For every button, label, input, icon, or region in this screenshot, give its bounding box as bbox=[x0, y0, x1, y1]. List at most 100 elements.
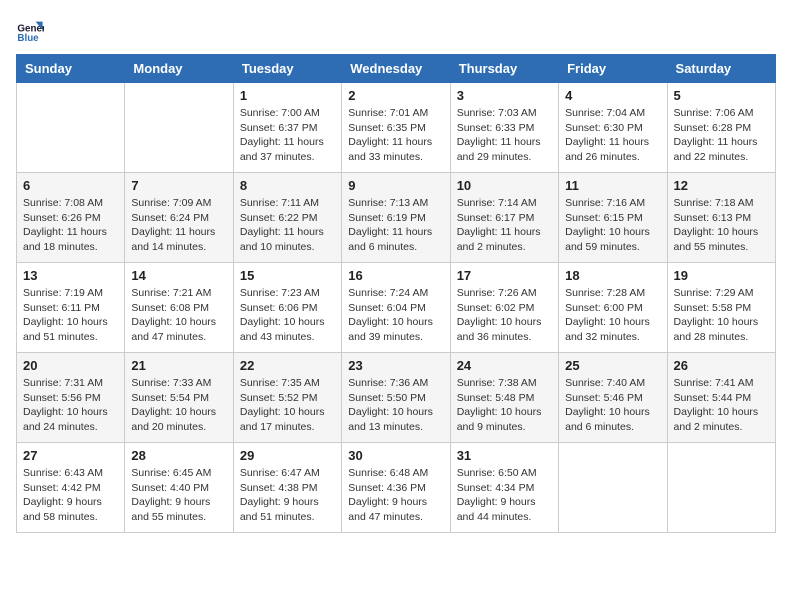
day-cell: 21 Sunrise: 7:33 AM Sunset: 5:54 PM Dayli… bbox=[125, 353, 233, 443]
day-info: Sunrise: 7:33 AM Sunset: 5:54 PM Dayligh… bbox=[131, 376, 226, 435]
day-info: Sunrise: 7:08 AM Sunset: 6:26 PM Dayligh… bbox=[23, 196, 118, 255]
day-info: Sunrise: 7:04 AM Sunset: 6:30 PM Dayligh… bbox=[565, 106, 660, 165]
day-info: Sunrise: 6:48 AM Sunset: 4:36 PM Dayligh… bbox=[348, 466, 443, 525]
day-number: 31 bbox=[457, 448, 552, 463]
day-number: 28 bbox=[131, 448, 226, 463]
day-cell: 7Sunrise: 7:09 AM Sunset: 6:24 PM Daylig… bbox=[125, 173, 233, 263]
day-cell: 12Sunrise: 7:18 AM Sunset: 6:13 PM Dayli… bbox=[667, 173, 775, 263]
day-cell: 22Sunrise: 7:35 AM Sunset: 5:52 PM Dayli… bbox=[233, 353, 341, 443]
day-cell: 23 Sunrise: 7:36 AM Sunset: 5:50 PM Dayli… bbox=[342, 353, 450, 443]
day-info: Sunrise: 7:01 AM Sunset: 6:35 PM Dayligh… bbox=[348, 106, 443, 165]
day-number: 12 bbox=[674, 178, 769, 193]
day-cell bbox=[17, 83, 125, 173]
day-cell bbox=[559, 443, 667, 533]
day-cell: 15Sunrise: 7:23 AM Sunset: 6:06 PM Dayli… bbox=[233, 263, 341, 353]
day-info: Sunrise: 7:06 AM Sunset: 6:28 PM Dayligh… bbox=[674, 106, 769, 165]
day-cell: 5 Sunrise: 7:06 AM Sunset: 6:28 PM Daylig… bbox=[667, 83, 775, 173]
day-number: 5 bbox=[674, 88, 769, 103]
weekday-sunday: Sunday bbox=[17, 55, 125, 83]
day-info: Sunrise: 7:13 AM Sunset: 6:19 PM Dayligh… bbox=[348, 196, 443, 255]
day-cell: 1 Sunrise: 7:00 AM Sunset: 6:37 PM Daylig… bbox=[233, 83, 341, 173]
weekday-friday: Friday bbox=[559, 55, 667, 83]
week-row-4: 20 Sunrise: 7:31 AM Sunset: 5:56 PM Dayli… bbox=[17, 353, 776, 443]
day-number: 11 bbox=[565, 178, 660, 193]
day-info: Sunrise: 6:47 AM Sunset: 4:38 PM Dayligh… bbox=[240, 466, 335, 525]
day-cell: 14 Sunrise: 7:21 AM Sunset: 6:08 PM Dayli… bbox=[125, 263, 233, 353]
day-number: 2 bbox=[348, 88, 443, 103]
day-cell: 28 Sunrise: 6:45 AM Sunset: 4:40 PM Dayli… bbox=[125, 443, 233, 533]
day-info: Sunrise: 7:23 AM Sunset: 6:06 PM Dayligh… bbox=[240, 286, 335, 345]
day-number: 27 bbox=[23, 448, 118, 463]
day-info: Sunrise: 7:41 AM Sunset: 5:44 PM Dayligh… bbox=[674, 376, 769, 435]
day-info: Sunrise: 7:11 AM Sunset: 6:22 PM Dayligh… bbox=[240, 196, 335, 255]
day-number: 14 bbox=[131, 268, 226, 283]
weekday-thursday: Thursday bbox=[450, 55, 558, 83]
day-cell: 31 Sunrise: 6:50 AM Sunset: 4:34 PM Dayli… bbox=[450, 443, 558, 533]
day-cell bbox=[667, 443, 775, 533]
day-info: Sunrise: 7:09 AM Sunset: 6:24 PM Dayligh… bbox=[131, 196, 226, 255]
day-number: 10 bbox=[457, 178, 552, 193]
header: General Blue bbox=[16, 16, 776, 44]
day-number: 21 bbox=[131, 358, 226, 373]
day-info: Sunrise: 7:26 AM Sunset: 6:02 PM Dayligh… bbox=[457, 286, 552, 345]
week-row-2: 6 Sunrise: 7:08 AM Sunset: 6:26 PM Daylig… bbox=[17, 173, 776, 263]
day-number: 18 bbox=[565, 268, 660, 283]
day-cell: 18 Sunrise: 7:28 AM Sunset: 6:00 PM Dayli… bbox=[559, 263, 667, 353]
day-cell: 25 Sunrise: 7:40 AM Sunset: 5:46 PM Dayli… bbox=[559, 353, 667, 443]
day-cell: 27 Sunrise: 6:43 AM Sunset: 4:42 PM Dayli… bbox=[17, 443, 125, 533]
day-info: Sunrise: 7:00 AM Sunset: 6:37 PM Dayligh… bbox=[240, 106, 335, 165]
weekday-saturday: Saturday bbox=[667, 55, 775, 83]
day-info: Sunrise: 7:24 AM Sunset: 6:04 PM Dayligh… bbox=[348, 286, 443, 345]
day-cell: 4 Sunrise: 7:04 AM Sunset: 6:30 PM Daylig… bbox=[559, 83, 667, 173]
week-row-3: 13Sunrise: 7:19 AM Sunset: 6:11 PM Dayli… bbox=[17, 263, 776, 353]
day-cell: 6 Sunrise: 7:08 AM Sunset: 6:26 PM Daylig… bbox=[17, 173, 125, 263]
day-info: Sunrise: 6:43 AM Sunset: 4:42 PM Dayligh… bbox=[23, 466, 118, 525]
day-number: 29 bbox=[240, 448, 335, 463]
weekday-header: SundayMondayTuesdayWednesdayThursdayFrid… bbox=[17, 55, 776, 83]
day-number: 26 bbox=[674, 358, 769, 373]
day-info: Sunrise: 7:16 AM Sunset: 6:15 PM Dayligh… bbox=[565, 196, 660, 255]
day-cell: 16 Sunrise: 7:24 AM Sunset: 6:04 PM Dayli… bbox=[342, 263, 450, 353]
weekday-monday: Monday bbox=[125, 55, 233, 83]
day-info: Sunrise: 7:36 AM Sunset: 5:50 PM Dayligh… bbox=[348, 376, 443, 435]
day-cell: 26 Sunrise: 7:41 AM Sunset: 5:44 PM Dayli… bbox=[667, 353, 775, 443]
day-info: Sunrise: 6:45 AM Sunset: 4:40 PM Dayligh… bbox=[131, 466, 226, 525]
day-number: 23 bbox=[348, 358, 443, 373]
day-info: Sunrise: 7:40 AM Sunset: 5:46 PM Dayligh… bbox=[565, 376, 660, 435]
day-info: Sunrise: 7:14 AM Sunset: 6:17 PM Dayligh… bbox=[457, 196, 552, 255]
day-number: 17 bbox=[457, 268, 552, 283]
day-cell: 24Sunrise: 7:38 AM Sunset: 5:48 PM Dayli… bbox=[450, 353, 558, 443]
day-cell bbox=[125, 83, 233, 173]
day-number: 20 bbox=[23, 358, 118, 373]
day-number: 25 bbox=[565, 358, 660, 373]
day-number: 30 bbox=[348, 448, 443, 463]
day-cell: 9Sunrise: 7:13 AM Sunset: 6:19 PM Daylig… bbox=[342, 173, 450, 263]
day-info: Sunrise: 6:50 AM Sunset: 4:34 PM Dayligh… bbox=[457, 466, 552, 525]
day-info: Sunrise: 7:21 AM Sunset: 6:08 PM Dayligh… bbox=[131, 286, 226, 345]
day-number: 16 bbox=[348, 268, 443, 283]
day-number: 1 bbox=[240, 88, 335, 103]
day-info: Sunrise: 7:31 AM Sunset: 5:56 PM Dayligh… bbox=[23, 376, 118, 435]
day-info: Sunrise: 7:03 AM Sunset: 6:33 PM Dayligh… bbox=[457, 106, 552, 165]
day-cell: 2 Sunrise: 7:01 AM Sunset: 6:35 PM Daylig… bbox=[342, 83, 450, 173]
day-info: Sunrise: 7:38 AM Sunset: 5:48 PM Dayligh… bbox=[457, 376, 552, 435]
svg-text:Blue: Blue bbox=[17, 33, 39, 44]
day-number: 22 bbox=[240, 358, 335, 373]
day-cell: 20 Sunrise: 7:31 AM Sunset: 5:56 PM Dayli… bbox=[17, 353, 125, 443]
week-row-1: 1 Sunrise: 7:00 AM Sunset: 6:37 PM Daylig… bbox=[17, 83, 776, 173]
day-number: 4 bbox=[565, 88, 660, 103]
day-cell: 8 Sunrise: 7:11 AM Sunset: 6:22 PM Daylig… bbox=[233, 173, 341, 263]
day-cell: 10 Sunrise: 7:14 AM Sunset: 6:17 PM Dayli… bbox=[450, 173, 558, 263]
day-cell: 30 Sunrise: 6:48 AM Sunset: 4:36 PM Dayli… bbox=[342, 443, 450, 533]
calendar-table: SundayMondayTuesdayWednesdayThursdayFrid… bbox=[16, 54, 776, 533]
day-number: 6 bbox=[23, 178, 118, 193]
logo-icon: General Blue bbox=[16, 16, 44, 44]
day-info: Sunrise: 7:19 AM Sunset: 6:11 PM Dayligh… bbox=[23, 286, 118, 345]
day-number: 19 bbox=[674, 268, 769, 283]
day-cell: 13Sunrise: 7:19 AM Sunset: 6:11 PM Dayli… bbox=[17, 263, 125, 353]
weekday-wednesday: Wednesday bbox=[342, 55, 450, 83]
day-cell: 3Sunrise: 7:03 AM Sunset: 6:33 PM Daylig… bbox=[450, 83, 558, 173]
day-number: 8 bbox=[240, 178, 335, 193]
day-info: Sunrise: 7:28 AM Sunset: 6:00 PM Dayligh… bbox=[565, 286, 660, 345]
day-cell: 29 Sunrise: 6:47 AM Sunset: 4:38 PM Dayli… bbox=[233, 443, 341, 533]
